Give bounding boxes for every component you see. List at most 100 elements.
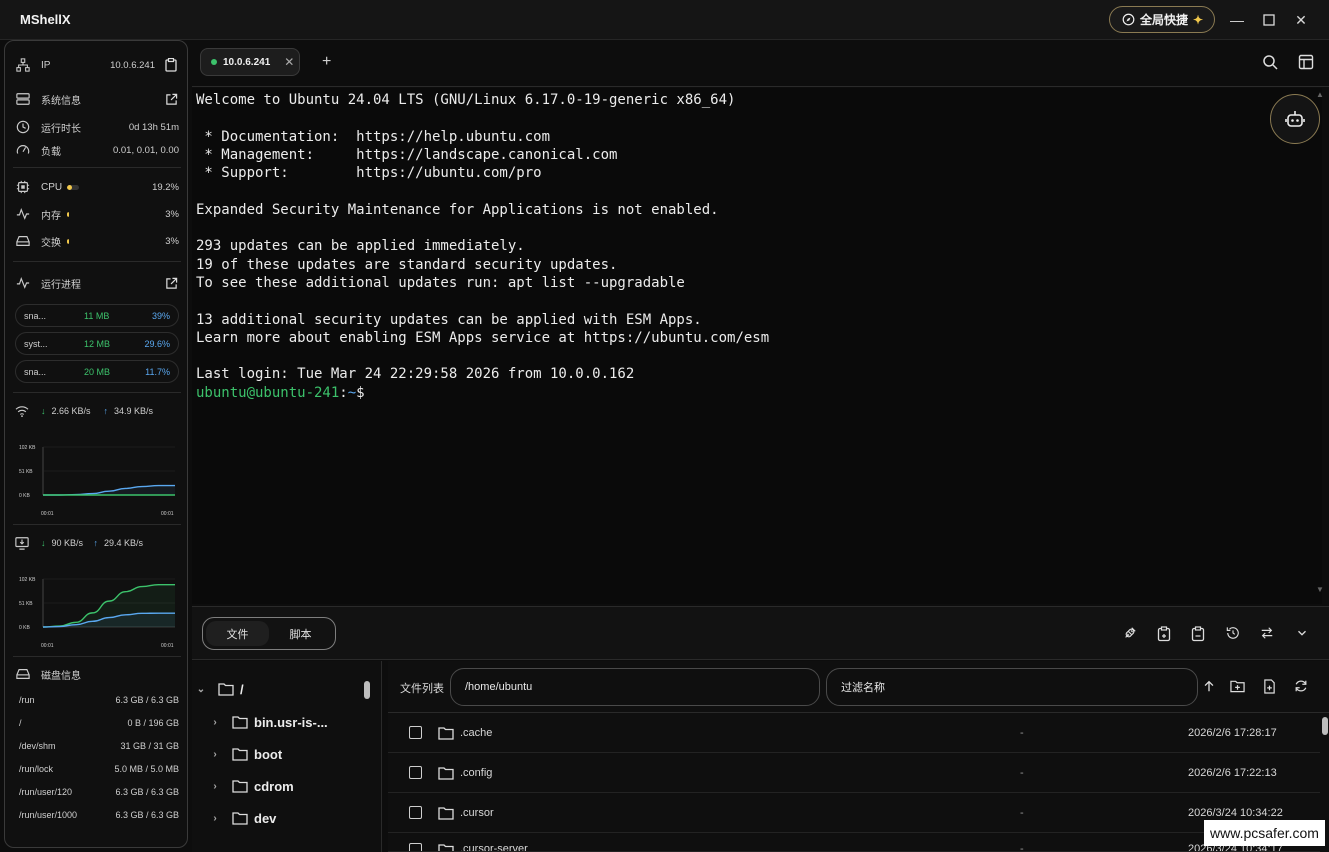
external-link-icon[interactable] (163, 275, 179, 291)
chart-y-tick-label: 0 KB (19, 493, 31, 499)
process-item[interactable]: syst... 12 MB 29.6% (15, 332, 179, 355)
directory-tree: ⌄ / › bin.usr-is-... › boot › cdrom › de… (192, 661, 382, 852)
ai-assistant-button[interactable] (1270, 94, 1320, 144)
tree-item[interactable]: › boot (208, 742, 383, 766)
filter-input[interactable]: 过滤名称 (826, 668, 1198, 706)
file-list-scrollbar-thumb[interactable] (1322, 717, 1328, 735)
chart-y-tick-label: 0 KB (19, 625, 31, 631)
swap-usage-fill (67, 238, 69, 244)
clipboard-copy-icon[interactable] (1157, 626, 1173, 642)
close-tab-icon[interactable]: ✕ (284, 55, 294, 69)
layout-panel-icon[interactable] (1298, 54, 1316, 72)
tree-item-label: / (240, 681, 244, 697)
file-date: 2026/2/6 17:22:13 (1188, 766, 1277, 779)
scroll-down-arrow[interactable]: ▼ (1316, 585, 1324, 594)
chart-x-tick-label: 00:01 (161, 511, 174, 517)
terminal-output[interactable]: Welcome to Ubuntu 24.04 LTS (GNU/Linux 6… (192, 88, 1322, 604)
watermark: www.pcsafer.com (1204, 820, 1325, 846)
memory-row: 内存 3% (15, 204, 179, 224)
tab-session[interactable]: 10.0.6.241 ✕ (200, 48, 300, 76)
plug-icon[interactable] (1123, 626, 1139, 642)
row-checkbox[interactable] (409, 766, 422, 779)
tab-scripts[interactable]: 脚本 (269, 621, 332, 646)
swap-row: 交换 3% (15, 231, 179, 251)
external-link-icon[interactable] (163, 91, 179, 107)
chevron-right-icon[interactable]: › (208, 781, 222, 792)
process-memory: 11 MB (84, 310, 110, 321)
wifi-icon (15, 405, 31, 417)
row-checkbox[interactable] (409, 806, 422, 819)
process-item[interactable]: sna... 20 MB 11.7% (15, 360, 179, 383)
uptime-value: 0d 13h 51m (128, 121, 179, 133)
disk-path: /run/lock (19, 764, 54, 774)
process-memory: 20 MB (84, 366, 111, 377)
new-folder-icon[interactable] (1230, 679, 1246, 695)
chart-y-tick-label: 51 KB (19, 601, 33, 607)
new-file-icon[interactable] (1263, 679, 1279, 695)
net-upload: 34.9 KB/s (114, 406, 154, 416)
refresh-icon[interactable] (1294, 679, 1310, 695)
swap-usage-bar (67, 238, 71, 244)
arrow-up-icon: ↑ (93, 538, 99, 548)
global-shortcut-button[interactable]: 全局快捷 ✦ (1109, 6, 1215, 33)
file-row[interactable]: .config - 2026/2/6 17:22:13 (388, 753, 1320, 793)
file-row[interactable]: .cursor - 2026/3/24 10:34:22 (388, 793, 1320, 833)
search-icon[interactable] (1262, 54, 1280, 72)
uptime-label: 运行时长 (41, 123, 81, 135)
tree-scrollbar-thumb[interactable] (364, 681, 370, 699)
divider (13, 524, 181, 525)
new-tab-plus-icon[interactable]: + (322, 53, 331, 71)
prompt-symbol: $ (356, 384, 365, 401)
chevron-down-icon[interactable] (1295, 626, 1311, 642)
sysinfo-row[interactable]: 系统信息 (15, 89, 179, 109)
scroll-up-arrow[interactable]: ▲ (1316, 90, 1324, 99)
connected-status-dot (211, 59, 217, 65)
memory-label: 内存 (41, 210, 61, 222)
chevron-right-icon[interactable]: › (208, 813, 222, 824)
panel-segmented-control: 文件 脚本 (202, 617, 336, 650)
clipboard-icon[interactable] (163, 57, 179, 73)
chart-x-tick-label: 00:01 (41, 643, 54, 649)
chevron-right-icon[interactable]: › (208, 749, 222, 760)
file-size: - (1020, 843, 1024, 852)
chevron-down-icon[interactable]: ⌄ (194, 684, 208, 695)
terminal-line: 13 additional security updates can be ap… (196, 311, 702, 328)
file-row[interactable]: .cursor-server - 2026/3/24 10:34:17 (388, 833, 1320, 852)
swap-value: 3% (165, 235, 179, 247)
robot-icon (1285, 110, 1305, 128)
divider (13, 261, 181, 262)
terminal-line: Welcome to Ubuntu 24.04 LTS (GNU/Linux 6… (196, 92, 736, 108)
io-speed-row: ↓ 90 KB/s ↑ 29.4 KB/s (15, 534, 179, 552)
path-input[interactable]: /home/ubuntu (450, 668, 820, 706)
file-name: .cache (460, 726, 493, 739)
tree-item-root[interactable]: ⌄ / (192, 677, 367, 701)
process-item[interactable]: sna... 11 MB 39% (15, 304, 179, 327)
swap-arrows-icon[interactable] (1260, 626, 1276, 642)
tree-item[interactable]: › dev (208, 806, 383, 830)
file-date: 2026/3/24 10:34:22 (1188, 806, 1283, 819)
row-checkbox[interactable] (409, 726, 422, 739)
process-header[interactable]: 运行进程 (15, 273, 179, 293)
io-upload: 29.4 KB/s (104, 538, 144, 548)
ip-label: IP (41, 59, 51, 71)
disk-item: /run/user/120 6.3 GB / 6.3 GB (19, 784, 179, 800)
tree-item[interactable]: › cdrom (208, 774, 383, 798)
file-row[interactable]: .cache - 2026/2/6 17:28:17 (388, 713, 1320, 753)
disk-item: /run/user/1000 6.3 GB / 6.3 GB (19, 807, 179, 823)
history-icon[interactable] (1226, 626, 1242, 642)
bottom-panel-header: 文件 脚本 (192, 606, 1329, 660)
row-checkbox[interactable] (409, 843, 422, 851)
arrow-up-icon[interactable] (1202, 679, 1218, 695)
tree-item[interactable]: › bin.usr-is-... (208, 710, 383, 734)
terminal-line: * Management: https://landscape.canonica… (196, 146, 618, 163)
close-window-icon[interactable]: ✕ (1290, 9, 1312, 31)
maximize-icon[interactable] (1258, 9, 1280, 31)
minimize-icon[interactable]: — (1226, 9, 1248, 31)
app-title: MShellX (20, 12, 71, 27)
chevron-right-icon[interactable]: › (208, 717, 222, 728)
chart-x-tick-label: 00:01 (161, 643, 174, 649)
tree-item-label: dev (254, 810, 277, 826)
tab-files[interactable]: 文件 (206, 621, 269, 646)
clipboard-paste-icon[interactable] (1191, 626, 1207, 642)
hard-drive-icon (15, 666, 31, 682)
